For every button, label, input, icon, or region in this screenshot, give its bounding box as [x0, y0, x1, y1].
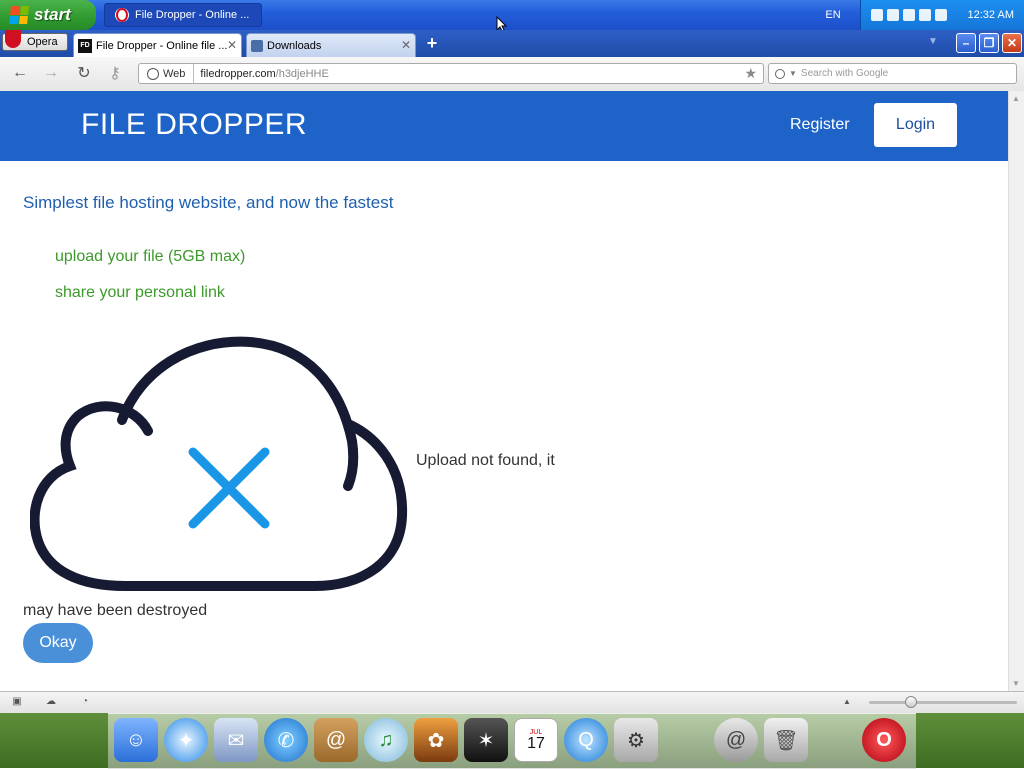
step-upload: upload your file (5GB max)	[55, 248, 246, 265]
tab-label: Downloads	[267, 39, 322, 52]
address-book-icon[interactable]: @	[314, 718, 358, 762]
display-icon[interactable]	[887, 9, 899, 21]
url-text[interactable]: filedropper.com/h3djeHHE	[194, 68, 328, 80]
url-path: /h3djeHHE	[275, 67, 329, 80]
ical-icon[interactable]: JUL 17	[514, 718, 558, 762]
scroll-down-icon[interactable]: ▼	[1012, 679, 1020, 688]
mail-at-icon[interactable]: @	[714, 718, 758, 762]
imovie-icon[interactable]: ✶	[464, 718, 508, 762]
opera-dock-icon[interactable]: O	[862, 718, 906, 762]
vertical-scrollbar[interactable]: ▲ ▼	[1008, 91, 1024, 691]
key-icon[interactable]: ⚷	[104, 62, 126, 84]
search-engine-chevron-icon[interactable]: ▼	[789, 69, 797, 78]
cloud-sync-icon[interactable]: ☁	[44, 695, 58, 707]
tab-list-chevron-icon[interactable]: ▼	[928, 36, 938, 47]
step-share: share your personal link	[55, 284, 225, 301]
opera-icon	[115, 8, 129, 22]
url-host: filedropper.com	[200, 67, 276, 80]
tab-label: File Dropper - Online file ...	[96, 39, 228, 52]
opera-logo-icon	[5, 30, 21, 48]
iphoto-icon[interactable]: ✿	[414, 718, 458, 762]
panel-toggle-icon[interactable]: ▣	[10, 695, 24, 707]
network-icon[interactable]	[871, 9, 883, 21]
volume-icon[interactable]	[903, 9, 915, 21]
scroll-up-icon[interactable]: ▲	[1012, 94, 1020, 103]
file-dropper-favicon-icon: FD	[78, 38, 92, 53]
calendar-day: 17	[527, 734, 545, 752]
language-indicator[interactable]: EN	[818, 0, 848, 30]
system-tray: 12:32 AM	[860, 0, 1024, 30]
itunes-icon[interactable]: ♫	[364, 718, 408, 762]
cloud-error-icon	[30, 336, 408, 591]
web-page: FILE DROPPER Register Login Simplest fil…	[0, 91, 1008, 691]
register-link[interactable]: Register	[790, 116, 850, 134]
taskbar-opera-window[interactable]: File Dropper - Online ...	[104, 3, 262, 27]
downloads-favicon-icon	[251, 39, 263, 52]
close-window-button[interactable]: ✕	[1002, 33, 1022, 53]
zoom-slider-handle[interactable]	[905, 696, 917, 708]
start-button[interactable]: start	[0, 0, 96, 30]
mail-icon[interactable]: ✉	[214, 718, 258, 762]
safari-icon[interactable]: ✦	[164, 718, 208, 762]
monitor-icon[interactable]	[919, 9, 931, 21]
back-button[interactable]: ←	[9, 62, 31, 84]
close-tab-icon[interactable]: ✕	[401, 38, 411, 52]
forward-button[interactable]: →	[40, 62, 62, 84]
minimize-button[interactable]: –	[956, 33, 976, 53]
address-field[interactable]: Web filedropper.com/h3djeHHE ★	[138, 63, 764, 84]
reload-button[interactable]: ↻	[73, 62, 95, 84]
battery-icon[interactable]	[935, 9, 947, 21]
taskbar-window-label: File Dropper - Online ...	[135, 9, 250, 21]
site-title[interactable]: FILE DROPPER	[81, 108, 307, 142]
system-preferences-icon[interactable]: ⚙	[614, 718, 658, 762]
speed-dial-icon[interactable]: ◔	[78, 695, 92, 707]
web-badge[interactable]: Web	[139, 64, 195, 83]
close-tab-icon[interactable]: ✕	[227, 38, 237, 52]
start-label: start	[34, 5, 71, 24]
error-message-line2: may have been destroyed	[23, 602, 208, 619]
web-badge-label: Web	[163, 67, 186, 80]
clock[interactable]: 12:32 AM	[968, 9, 1014, 21]
windows-flag-icon	[9, 6, 29, 24]
zoom-menu-chevron-icon[interactable]: ▲	[840, 695, 854, 707]
opera-menu-button[interactable]: Opera	[2, 30, 68, 51]
tagline: Simplest file hosting website, and now t…	[23, 193, 394, 212]
search-field[interactable]: ▼ Search with Google	[768, 63, 1017, 84]
new-tab-button[interactable]: +	[422, 33, 442, 53]
trash-icon[interactable]: 🗑	[764, 718, 808, 762]
bookmark-star-icon[interactable]: ★	[744, 65, 757, 82]
search-icon	[775, 68, 785, 79]
okay-button[interactable]: Okay	[23, 623, 93, 663]
tab-downloads[interactable]: Downloads ✕	[246, 33, 416, 57]
opera-menu-label: Opera	[27, 36, 58, 48]
quicktime-icon[interactable]: Q	[564, 718, 608, 762]
login-button[interactable]: Login	[874, 103, 957, 147]
tab-file-dropper[interactable]: FD File Dropper - Online file ... ✕	[73, 33, 242, 57]
search-placeholder: Search with Google	[800, 68, 889, 79]
maximize-button[interactable]: ❐	[979, 33, 999, 53]
finder-icon[interactable]: ☺	[114, 718, 158, 762]
ichat-icon[interactable]: ✆	[264, 718, 308, 762]
globe-icon	[147, 67, 159, 80]
zoom-slider[interactable]	[869, 701, 1017, 704]
error-message-line1: Upload not found, it	[416, 452, 555, 469]
